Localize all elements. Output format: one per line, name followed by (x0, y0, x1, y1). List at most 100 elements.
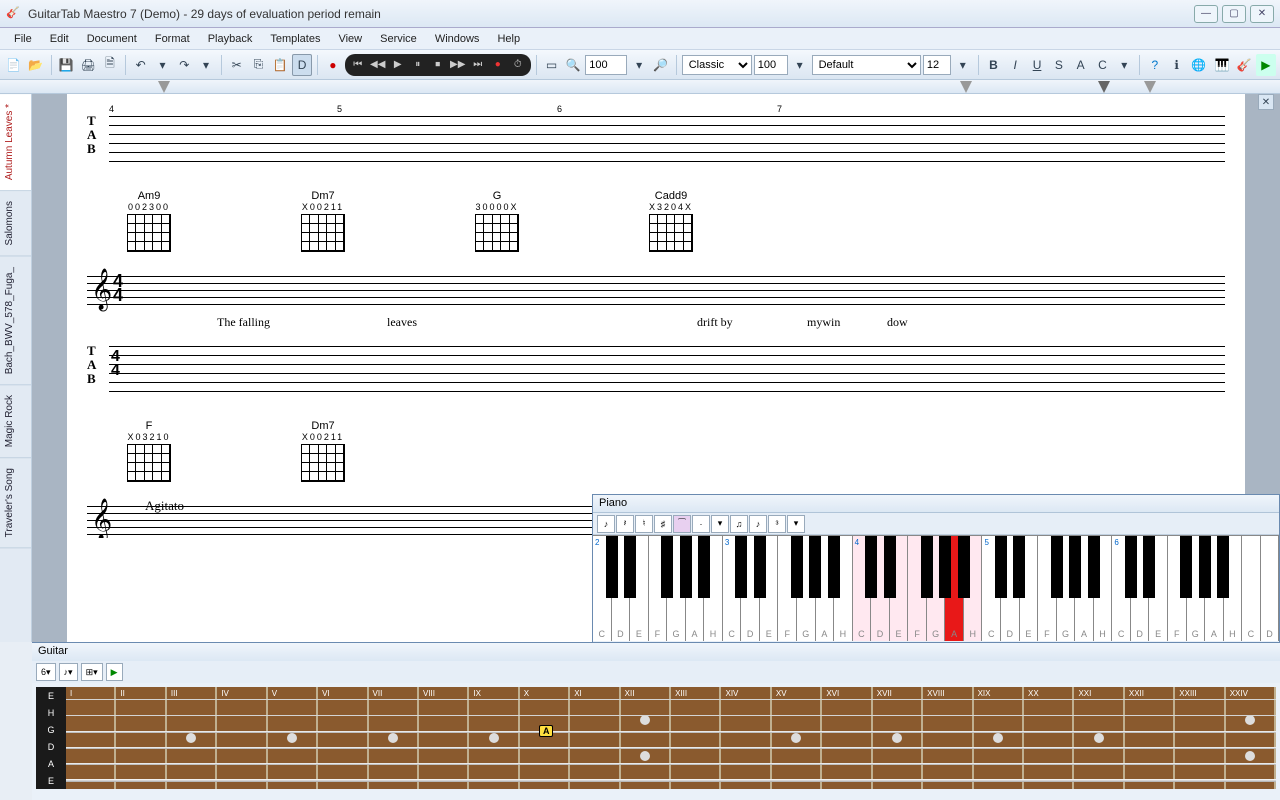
rewind-icon[interactable]: ◀◀ (369, 56, 387, 74)
guitar-tool-chord[interactable]: ⊞▾ (81, 663, 103, 681)
fret[interactable]: VI (318, 687, 368, 789)
menu-help[interactable]: Help (489, 31, 528, 47)
piano-tool-flag[interactable]: ♪ (749, 515, 767, 533)
cut-icon[interactable]: ✂ (227, 54, 247, 76)
guitar-string-select[interactable]: 6▾ (36, 663, 56, 681)
white-key[interactable]: G (797, 536, 816, 641)
piano-tool-triplet[interactable]: ³ (768, 515, 786, 533)
piano-tool-down[interactable]: ▾ (711, 515, 729, 533)
ruler-marker-end[interactable] (1144, 81, 1156, 93)
white-key[interactable]: C4 (853, 536, 872, 641)
piano-tool-natural[interactable]: ♮ (635, 515, 653, 533)
zoom-out-icon[interactable]: 🔍 (563, 54, 583, 76)
piano-tool-note[interactable]: ♪ (597, 515, 615, 533)
piano-view-icon[interactable]: 🎹 (1212, 54, 1232, 76)
menu-windows[interactable]: Windows (427, 31, 488, 47)
fret[interactable]: VII (369, 687, 419, 789)
save-icon[interactable]: 💾 (56, 54, 76, 76)
loop-icon[interactable]: ● (489, 56, 507, 74)
stop-icon[interactable]: ⏹ (429, 56, 447, 74)
forward-icon[interactable]: ▶▶ (449, 56, 467, 74)
guitar-view-icon[interactable]: 🎸 (1234, 54, 1254, 76)
white-key[interactable]: G (1187, 536, 1206, 641)
italic-icon[interactable]: I (1005, 54, 1025, 76)
white-key[interactable]: E (1020, 536, 1039, 641)
strike-icon[interactable]: S (1049, 54, 1069, 76)
help-icon[interactable]: ? (1145, 54, 1165, 76)
fret[interactable]: XI (570, 687, 620, 789)
white-key[interactable]: H (1094, 536, 1113, 641)
fret[interactable]: V (268, 687, 318, 789)
guitar-tool-play[interactable]: ▶ (106, 663, 123, 681)
close-tab-icon[interactable]: ✕ (1258, 94, 1274, 110)
white-key[interactable]: D (612, 536, 631, 641)
white-key[interactable]: C5 (982, 536, 1001, 641)
fret[interactable]: III (167, 687, 217, 789)
forward-end-icon[interactable]: ⏭ (469, 56, 487, 74)
copy-icon[interactable]: ⎘ (249, 54, 269, 76)
white-key[interactable]: E (630, 536, 649, 641)
piano-tool-rest[interactable]: 𝄽 (616, 515, 634, 533)
white-key[interactable]: G (927, 536, 946, 641)
menu-document[interactable]: Document (79, 31, 145, 47)
record-icon[interactable]: ● (323, 54, 343, 76)
color-dropdown-icon[interactable]: ▾ (1114, 54, 1134, 76)
piano-tool-dropdown[interactable]: ▾ (787, 515, 805, 533)
menu-templates[interactable]: Templates (262, 31, 328, 47)
fret[interactable]: XXIV (1226, 687, 1276, 789)
fret[interactable]: XXII (1125, 687, 1175, 789)
text-c-icon[interactable]: C (1093, 54, 1113, 76)
white-key[interactable]: H (834, 536, 853, 641)
bold-icon[interactable]: B (984, 54, 1004, 76)
white-key[interactable]: F (1038, 536, 1057, 641)
zoom-in-icon[interactable]: 🔎 (651, 54, 671, 76)
white-key[interactable]: C2 (593, 536, 612, 641)
white-key[interactable]: A (1075, 536, 1094, 641)
doc-tab-autumn-leaves[interactable]: Autumn Leaves * (0, 94, 31, 191)
preview-icon[interactable]: 🗎 (100, 54, 120, 76)
fret[interactable]: IX (469, 687, 519, 789)
menu-format[interactable]: Format (147, 31, 198, 47)
doc-tab-salomons[interactable]: Salomons (0, 191, 31, 256)
zoom-dropdown-icon[interactable]: ▾ (629, 54, 649, 76)
close-button[interactable]: ✕ (1250, 5, 1274, 23)
new-icon[interactable]: 📄 (4, 54, 24, 76)
menu-view[interactable]: View (330, 31, 370, 47)
doc-tab-travelers-song[interactable]: Traveler's Song (0, 458, 31, 548)
style-preset-select[interactable]: Default (812, 55, 921, 75)
fret[interactable]: X (520, 687, 570, 789)
white-key[interactable]: D (1001, 536, 1020, 641)
white-key[interactable]: C3 (723, 536, 742, 641)
fontsize-dropdown-icon[interactable]: ▾ (790, 54, 810, 76)
redo-icon[interactable]: ↷ (174, 54, 194, 76)
white-key[interactable]: H (704, 536, 723, 641)
fret[interactable]: VIII (419, 687, 469, 789)
doc-tab-bach[interactable]: Bach_BWV_578_Fuga_ (0, 257, 31, 385)
white-key[interactable]: D (871, 536, 890, 641)
piano-tool-sharp[interactable]: ♯ (654, 515, 672, 533)
underline-icon[interactable]: U (1027, 54, 1047, 76)
minimize-button[interactable]: — (1194, 5, 1218, 23)
ruler[interactable] (0, 80, 1280, 94)
text-a-icon[interactable]: A (1071, 54, 1091, 76)
white-key[interactable]: D (741, 536, 760, 641)
fret[interactable]: XII (621, 687, 671, 789)
active-fret-note[interactable]: A (539, 725, 554, 737)
fret[interactable]: XXIII (1175, 687, 1225, 789)
redo-dropdown-icon[interactable]: ▾ (196, 54, 216, 76)
fret[interactable]: XVII (873, 687, 923, 789)
maximize-button[interactable]: ▢ (1222, 5, 1246, 23)
undo-dropdown-icon[interactable]: ▾ (153, 54, 173, 76)
open-icon[interactable]: 📂 (26, 54, 46, 76)
menu-edit[interactable]: Edit (42, 31, 77, 47)
zoom-input[interactable] (585, 55, 627, 75)
white-key[interactable]: D (1261, 536, 1280, 641)
white-key[interactable]: C6 (1112, 536, 1131, 641)
chordsize-dropdown-icon[interactable]: ▾ (953, 54, 973, 76)
white-key[interactable]: H (1224, 536, 1243, 641)
menu-file[interactable]: File (6, 31, 40, 47)
fret[interactable]: XV (772, 687, 822, 789)
fret[interactable]: XIII (671, 687, 721, 789)
mode-d-icon[interactable]: D (292, 54, 312, 76)
fret[interactable]: I (66, 687, 116, 789)
